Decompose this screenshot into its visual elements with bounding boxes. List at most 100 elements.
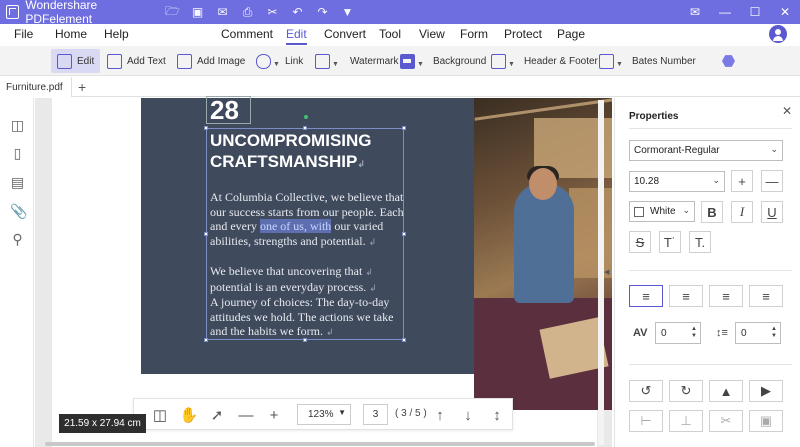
menu-page[interactable]: Page [557, 27, 585, 41]
decrease-font-button[interactable]: — [761, 170, 783, 192]
watermark-label: Watermark [349, 55, 399, 67]
zoom-select[interactable]: 123% ▼ [297, 404, 351, 425]
bookmark-icon[interactable]: ▯ [10, 146, 25, 161]
paragraph-1[interactable]: At Columbia Collective, we believe that … [210, 190, 405, 249]
collapse-right-icon[interactable]: ◀ [604, 268, 609, 276]
resize-handle-ml[interactable] [204, 232, 208, 236]
link-dropdown-icon: ▼ [273, 60, 280, 68]
add-image-button[interactable]: Add Image [177, 49, 245, 73]
thumbnails-icon[interactable]: ◫ [10, 118, 25, 133]
new-tab-icon[interactable]: + [78, 79, 86, 95]
close-window-button[interactable]: ✕ [770, 0, 800, 24]
craftsman-photo [474, 98, 612, 410]
crop-button[interactable]: ✂ [709, 410, 743, 432]
font-size-dropdown-icon: ⌄ [712, 175, 720, 185]
strikethrough-button[interactable]: S [629, 231, 651, 253]
italic-button[interactable]: I [731, 201, 753, 223]
bold-button[interactable]: B [701, 201, 723, 223]
font-family-select[interactable]: Cormorant-Regular ⌄ [629, 140, 783, 161]
rotate-right-button[interactable]: ↻ [669, 380, 703, 402]
tab-furniture[interactable]: Furniture.pdf [0, 77, 72, 97]
character-spacing-input[interactable]: 0 ▲ ▼ [655, 322, 701, 344]
align-objects-bottom-button[interactable]: ⊥ [669, 410, 703, 432]
extra-tool-button[interactable] [722, 49, 735, 73]
open-folder-icon[interactable]: 🗁 [160, 0, 185, 24]
font-size-select[interactable]: 10.28 ⌄ [629, 171, 725, 192]
menu-form[interactable]: Form [460, 27, 488, 41]
align-right-button[interactable]: ≡ [709, 285, 743, 307]
page-number-box[interactable]: 28 [206, 96, 251, 124]
resize-handle-tr[interactable] [402, 126, 406, 130]
notification-icon[interactable]: ✉ [680, 0, 710, 24]
paragraph-2[interactable]: We believe that uncovering that ↲ potent… [210, 264, 405, 340]
line-spacing-stepper-icon[interactable]: ▲ ▼ [771, 326, 777, 340]
add-text-button[interactable]: Add Text [107, 49, 166, 73]
save-icon[interactable]: ▣ [185, 0, 210, 24]
link-button[interactable]: ▼ Link [256, 49, 303, 73]
bates-number-button[interactable]: ▼ Bates Number [599, 49, 696, 73]
minimize-button[interactable]: — [710, 0, 740, 24]
menu-home[interactable]: Home [55, 27, 87, 41]
fit-width-icon[interactable]: ◫ [151, 406, 169, 424]
maximize-button[interactable]: ☐ [740, 0, 770, 24]
select-tool-icon[interactable]: ➚ [208, 406, 226, 424]
page-number-input[interactable]: 3 [363, 404, 388, 425]
replace-image-button[interactable]: ▣ [749, 410, 783, 432]
p1-line-4: abilities, strengths and potential. [210, 233, 366, 248]
rotate-handle[interactable] [304, 115, 308, 119]
background-label: Background [432, 55, 487, 67]
menu-comment[interactable]: Comment [221, 27, 273, 41]
watermark-button[interactable]: ▼ Watermark [315, 49, 398, 73]
menu-protect[interactable]: Protect [504, 27, 542, 41]
print-icon[interactable]: ⎙ [235, 0, 260, 24]
menu-tool[interactable]: Tool [379, 27, 401, 41]
menu-view[interactable]: View [419, 27, 445, 41]
fit-page-icon[interactable]: ↕ [488, 406, 506, 424]
scissors-icon[interactable]: ✂ [260, 0, 285, 24]
zoom-out-icon[interactable]: — [237, 406, 255, 424]
view-toolbar: ◫ ✋ ➚ — + 123% ▼ 3 ( 3 / 5 ) ↑ ↓ ↕ [133, 398, 513, 430]
selected-text: one of us, with [259, 219, 332, 233]
align-left-button[interactable]: ≡ [629, 285, 663, 307]
app-title-area: Wondershare PDFelement [0, 0, 160, 26]
header-footer-button[interactable]: ▼ Header & Footer [491, 49, 598, 73]
rotate-left-button[interactable]: ↺ [629, 380, 663, 402]
attachment-icon[interactable]: 📎 [10, 204, 27, 219]
horizontal-scrollbar[interactable] [45, 442, 595, 446]
char-spacing-stepper-icon[interactable]: ▲ ▼ [691, 326, 697, 340]
menu-help[interactable]: Help [104, 27, 129, 41]
align-objects-left-button[interactable]: ⊢ [629, 410, 663, 432]
search-icon[interactable]: ⚲ [10, 232, 25, 247]
flip-horizontal-button[interactable]: ▶ [749, 380, 783, 402]
font-family-value: Cormorant-Regular [634, 145, 720, 156]
increase-font-button[interactable]: + [731, 170, 753, 192]
superscript-button[interactable]: T˙ [659, 231, 681, 253]
close-properties-icon[interactable]: ✕ [782, 104, 792, 118]
resize-handle-tl[interactable] [204, 126, 208, 130]
undo-icon[interactable]: ↶ [285, 0, 310, 24]
comments-icon[interactable]: ▤ [10, 175, 25, 190]
menu-file[interactable]: File [14, 27, 33, 41]
mail-icon[interactable]: ✉ [210, 0, 235, 24]
menu-edit[interactable]: Edit [286, 27, 307, 45]
watermark-icon [315, 53, 330, 69]
hand-tool-icon[interactable]: ✋ [180, 406, 199, 424]
page-heading[interactable]: UNCOMPROMISING CRAFTSMANSHIP↲ [210, 130, 400, 175]
underline-button[interactable]: U [761, 201, 783, 223]
resize-handle-bl[interactable] [204, 338, 208, 342]
quick-access-dropdown-icon[interactable]: ▼ [335, 0, 360, 24]
zoom-in-icon[interactable]: + [265, 406, 283, 424]
align-center-button[interactable]: ≡ [669, 285, 703, 307]
justify-button[interactable]: ≡ [749, 285, 783, 307]
flip-vertical-button[interactable]: ▲ [709, 380, 743, 402]
menu-convert[interactable]: Convert [324, 27, 366, 41]
edit-tool-button[interactable]: Edit [51, 49, 101, 73]
line-spacing-input[interactable]: 0 ▲ ▼ [735, 322, 781, 344]
font-color-select[interactable]: White ⌄ [629, 201, 695, 222]
redo-icon[interactable]: ↷ [310, 0, 335, 24]
next-page-icon[interactable]: ↓ [459, 406, 477, 424]
background-button[interactable]: ▼ Background [400, 49, 486, 73]
subscript-button[interactable]: T. [689, 231, 711, 253]
user-avatar[interactable] [769, 25, 787, 43]
previous-page-icon[interactable]: ↑ [431, 406, 449, 424]
